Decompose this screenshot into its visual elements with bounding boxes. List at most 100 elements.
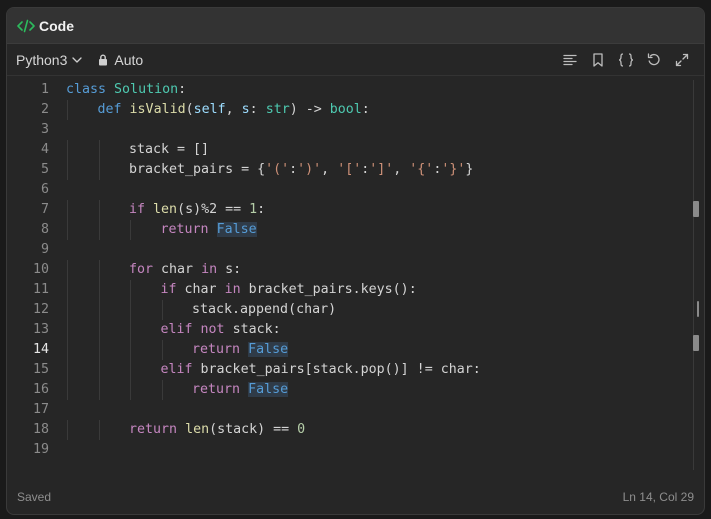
- code-line[interactable]: 15 elif bracket_pairs[stack.pop()] != cha…: [7, 360, 704, 380]
- code-line[interactable]: 4 stack = []: [7, 140, 704, 160]
- code-text: bracket_pairs = {'(':')', '[':']', '{':'…: [129, 160, 473, 180]
- code-line[interactable]: 16 return False: [7, 380, 704, 400]
- code-editor[interactable]: 1 class Solution: 2 def isValid(self, s: st…: [7, 80, 704, 480]
- line-number: 11: [32, 282, 49, 297]
- code-token: isValid: [129, 102, 186, 117]
- expand-button[interactable]: [668, 48, 696, 72]
- indent-guide: [130, 220, 131, 240]
- code-token: ,: [225, 102, 242, 117]
- code-line[interactable]: 19: [7, 440, 704, 460]
- indent-guide: [67, 140, 68, 160]
- code-token: in: [201, 262, 218, 277]
- scrollbar-marker: [697, 301, 699, 317]
- code-token: Solution: [114, 82, 179, 97]
- code-line[interactable]: 14 return False: [7, 340, 704, 360]
- code-line[interactable]: 11 if char in bracket_pairs.keys():: [7, 280, 704, 300]
- code-line[interactable]: 3: [7, 120, 704, 140]
- line-number: 15: [32, 362, 49, 377]
- format-icon: [563, 54, 577, 65]
- code-text: elif not stack:: [161, 320, 281, 340]
- indent-guide: [161, 300, 163, 320]
- indent-guide: [98, 200, 100, 220]
- code-line[interactable]: 7 if len(s)%2 == 1:: [7, 200, 704, 220]
- indent-guide: [98, 160, 100, 180]
- line-number: 10: [32, 262, 49, 277]
- code-line[interactable]: 8 return False: [7, 220, 704, 240]
- code-token: bool: [329, 102, 362, 117]
- code-line[interactable]: 5 bracket_pairs = {'(':')', '[':']', '{':…: [7, 160, 704, 180]
- indent-guide: [98, 340, 100, 360]
- code-text: if char in bracket_pairs.keys():: [161, 280, 417, 300]
- reset-button[interactable]: [640, 48, 668, 72]
- code-token: (: [185, 102, 194, 117]
- code-token: class: [66, 82, 107, 97]
- indent-guide: [67, 320, 68, 340]
- scrollbar-marker: [693, 335, 699, 351]
- indent-guide: [98, 140, 100, 160]
- braces-icon: [618, 52, 634, 67]
- code-token: str: [265, 102, 290, 117]
- format-button[interactable]: [556, 48, 584, 72]
- line-number: 5: [40, 162, 49, 177]
- mode-indicator[interactable]: Auto: [98, 52, 143, 68]
- code-line[interactable]: 2 def isValid(self, s: str) -> bool:: [7, 100, 704, 120]
- code-text: return False: [192, 340, 289, 360]
- code-token: ']': [369, 162, 394, 177]
- code-line[interactable]: 18 return len(stack) == 0: [7, 420, 704, 440]
- code-token: len: [153, 202, 178, 217]
- indent-guide: [98, 260, 100, 280]
- code-token: if: [129, 202, 146, 217]
- code-line[interactable]: 10 for char in s:: [7, 260, 704, 280]
- indent-guide: [98, 220, 100, 240]
- code-token: ,: [321, 162, 338, 177]
- code-text: class Solution:: [66, 80, 186, 100]
- indent-guide: [161, 340, 163, 360]
- code-token: :: [257, 202, 266, 217]
- indent-guide: [67, 260, 68, 280]
- indent-guide: [130, 380, 131, 400]
- bookmark-button[interactable]: [584, 48, 612, 72]
- code-token: bracket_pairs.keys():: [240, 282, 417, 297]
- code-line[interactable]: 9: [7, 240, 704, 260]
- code-text: def isValid(self, s: str) -> bool:: [98, 100, 370, 120]
- indent-guide: [67, 380, 68, 400]
- code-line[interactable]: 17: [7, 400, 704, 420]
- line-number: 2: [40, 102, 49, 117]
- code-token: in: [224, 282, 241, 297]
- code-token: :: [289, 162, 298, 177]
- code-token: s:: [217, 262, 242, 277]
- code-token: def: [97, 102, 122, 117]
- language-select[interactable]: Python3: [16, 52, 83, 68]
- code-text: stack.append(char): [192, 300, 336, 320]
- code-token: 1: [249, 202, 258, 217]
- editor-toolbar: Python3 Auto: [7, 44, 704, 76]
- code-token: ')': [297, 162, 322, 177]
- code-text: if len(s)%2 == 1:: [129, 200, 265, 220]
- indent-guide: [98, 420, 100, 440]
- code-line[interactable]: 12 stack.append(char): [7, 300, 704, 320]
- code-token: 0: [297, 422, 306, 437]
- code-line[interactable]: 6: [7, 180, 704, 200]
- code-token: char: [176, 282, 225, 297]
- scrollbar-track[interactable]: [693, 80, 694, 470]
- line-number: 8: [40, 222, 49, 237]
- code-line[interactable]: 13 elif not stack:: [7, 320, 704, 340]
- code-token: :: [249, 102, 266, 117]
- indent-guide: [67, 300, 68, 320]
- code-line[interactable]: 1 class Solution:: [7, 80, 704, 100]
- code-token: elif: [160, 362, 193, 377]
- indent-guide: [67, 160, 68, 180]
- indent-guide: [130, 300, 131, 320]
- code-token: return: [160, 222, 209, 237]
- indent-guide: [161, 380, 163, 400]
- code-token: '(': [265, 162, 290, 177]
- indent-guide: [67, 340, 68, 360]
- code-token: bracket_pairs = {: [129, 162, 266, 177]
- code-token: False: [248, 342, 289, 357]
- braces-button[interactable]: [612, 48, 640, 72]
- line-number: 1: [40, 82, 49, 97]
